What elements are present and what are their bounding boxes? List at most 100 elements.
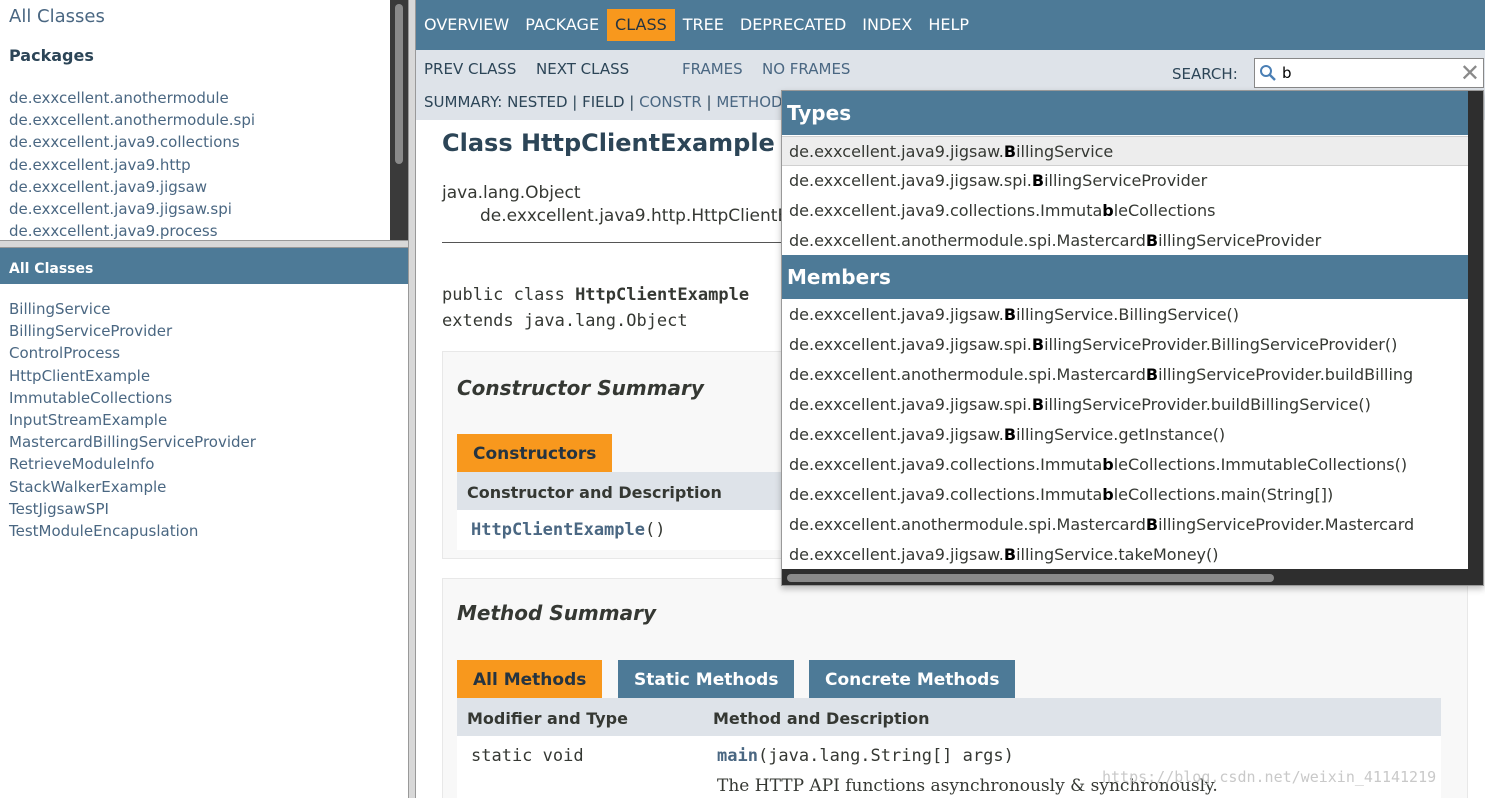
frame-divider-vertical[interactable] — [408, 0, 416, 798]
method-header-label: Method and Description — [713, 709, 930, 728]
result-text: leCollections.ImmutableCollections() — [1113, 455, 1408, 474]
result-text: de.exxcellent.anothermodule.spi.Masterca… — [789, 365, 1146, 384]
packages-heading: Packages — [9, 46, 94, 65]
watermark-text: https://blog.csdn.net/weixin_41141219 — [1102, 768, 1437, 786]
members-category-heading: Members — [782, 255, 1468, 299]
nav-deprecated[interactable]: DEPRECATED — [732, 9, 854, 41]
nav-class[interactable]: CLASS — [607, 9, 675, 41]
package-link[interactable]: de.exxcellent.java9.jigsaw — [9, 176, 255, 198]
search-result-type[interactable]: de.exxcellent.anothermodule.spi.Masterca… — [782, 226, 1468, 256]
result-match: B — [1003, 425, 1017, 444]
class-signature: public class HttpClientExample extends j… — [442, 282, 749, 334]
tab-all-methods[interactable]: All Methods — [457, 660, 603, 698]
search-result-member[interactable]: de.exxcellent.java9.jigsaw.spi.BillingSe… — [782, 330, 1468, 360]
search-result-member[interactable]: de.exxcellent.java9.collections.Immutabl… — [782, 450, 1468, 480]
prev-class-link[interactable]: PREV CLASS — [424, 60, 516, 78]
packages-scrollbar-thumb[interactable] — [395, 4, 403, 164]
result-text: de.exxcellent.anothermodule.spi.Masterca… — [789, 515, 1146, 534]
search-result-type[interactable]: de.exxcellent.java9.jigsaw.spi.BillingSe… — [782, 166, 1468, 196]
nav-overview[interactable]: OVERVIEW — [416, 9, 517, 41]
signature-prefix: public class — [442, 285, 576, 305]
search-label: SEARCH: — [1172, 65, 1238, 83]
class-link[interactable]: TestModuleEncapuslation — [9, 520, 256, 542]
inheritance-parent: java.lang.Object — [442, 183, 581, 203]
class-link[interactable]: InputStreamExample — [9, 409, 256, 431]
search-result-member[interactable]: de.exxcellent.anothermodule.spi.Masterca… — [782, 510, 1468, 540]
result-match: B — [1031, 171, 1045, 190]
class-link[interactable]: StackWalkerExample — [9, 476, 256, 498]
class-link[interactable]: ControlProcess — [9, 342, 256, 364]
class-link[interactable]: MastercardBillingServiceProvider — [9, 431, 256, 453]
constructor-link[interactable]: HttpClientExample — [471, 520, 645, 540]
frames-link[interactable]: FRAMES — [682, 60, 743, 78]
tab-static-methods[interactable]: Static Methods — [618, 660, 795, 698]
search-result-member[interactable]: de.exxcellent.java9.collections.Immutabl… — [782, 480, 1468, 510]
nav-package[interactable]: PACKAGE — [517, 9, 607, 41]
result-text: leCollections — [1113, 201, 1216, 220]
package-link[interactable]: de.exxcellent.java9.http — [9, 154, 255, 176]
page-title: Class HttpClientExample — [442, 129, 775, 157]
packages-frame: All Classes Packages de.exxcellent.anoth… — [0, 0, 408, 240]
summary-prefix: SUMMARY: NESTED | FIELD | — [424, 93, 640, 111]
top-navbar: OVERVIEW PACKAGE CLASS TREE DEPRECATED I… — [416, 0, 1485, 50]
summary-separator: | — [701, 93, 717, 111]
modifier-cell: static void — [471, 746, 584, 766]
result-text: de.exxcellent.java9.collections.Immuta — [789, 201, 1103, 220]
constructor-parens: () — [645, 520, 666, 540]
no-frames-link[interactable]: NO FRAMES — [762, 60, 850, 78]
result-text: de.exxcellent.anothermodule.spi.Masterca… — [789, 231, 1146, 250]
signature-extends: extends java.lang.Object — [442, 311, 688, 331]
method-link[interactable]: main — [717, 746, 758, 766]
search-result-member[interactable]: de.exxcellent.java9.jigsaw.BillingServic… — [782, 300, 1468, 330]
search-input[interactable] — [1282, 62, 1452, 84]
frame-divider-horizontal[interactable] — [0, 240, 413, 248]
constructor-cell: HttpClientExample() — [471, 520, 665, 540]
result-text: de.exxcellent.java9.collections.Immuta — [789, 455, 1103, 474]
method-table-header: Modifier and Type Method and Description — [457, 698, 1441, 736]
search-result-member[interactable]: de.exxcellent.java9.jigsaw.BillingServic… — [782, 540, 1468, 570]
package-link[interactable]: de.exxcellent.java9.process — [9, 220, 255, 240]
result-match: b — [1102, 455, 1114, 474]
result-match: B — [1145, 231, 1159, 250]
search-result-type[interactable]: de.exxcellent.java9.collections.Immutabl… — [782, 196, 1468, 226]
package-link[interactable]: de.exxcellent.anothermodule — [9, 87, 255, 109]
class-link[interactable]: BillingServiceProvider — [9, 320, 256, 342]
result-text: illingService.BillingService() — [1016, 305, 1240, 324]
package-link[interactable]: de.exxcellent.java9.collections — [9, 131, 255, 153]
all-classes-link[interactable]: All Classes — [9, 6, 105, 27]
method-summary-title: Method Summary — [457, 601, 657, 625]
tab-concrete-methods[interactable]: Concrete Methods — [809, 660, 1016, 698]
popup-vertical-scrollbar[interactable] — [1468, 91, 1483, 585]
class-link[interactable]: RetrieveModuleInfo — [9, 453, 256, 475]
nav-index[interactable]: INDEX — [854, 9, 920, 41]
result-match: B — [1145, 515, 1159, 534]
result-text: illingServiceProvider.BillingServiceProv… — [1044, 335, 1398, 354]
nav-help[interactable]: HELP — [920, 9, 977, 41]
package-link[interactable]: de.exxcellent.anothermodule.spi — [9, 109, 255, 131]
search-result-member[interactable]: de.exxcellent.java9.jigsaw.spi.BillingSe… — [782, 390, 1468, 420]
class-link[interactable]: ImmutableCollections — [9, 387, 256, 409]
search-result-member[interactable]: de.exxcellent.java9.jigsaw.BillingServic… — [782, 420, 1468, 450]
next-class-link[interactable]: NEXT CLASS — [536, 60, 629, 78]
class-link[interactable]: HttpClientExample — [9, 365, 256, 387]
nav-tree[interactable]: TREE — [675, 9, 732, 41]
tab-constructors[interactable]: Constructors — [457, 434, 613, 472]
method-summary: Method Summary All Methods Static Method… — [442, 578, 1468, 798]
search-box[interactable]: ✕ — [1254, 58, 1484, 88]
constructor-header-label: Constructor and Description — [467, 483, 722, 502]
result-text: leCollections.main(String[]) — [1113, 485, 1334, 504]
search-icon — [1260, 65, 1276, 81]
search-result-member[interactable]: de.exxcellent.anothermodule.spi.Masterca… — [782, 360, 1468, 390]
clear-search-icon[interactable]: ✕ — [1460, 60, 1480, 86]
result-text: de.exxcellent.java9.jigsaw. — [789, 545, 1004, 564]
class-link[interactable]: BillingService — [9, 298, 256, 320]
summary-constr-link[interactable]: CONSTR — [639, 93, 702, 111]
search-result-type[interactable]: de.exxcellent.java9.jigsaw.BillingServic… — [782, 136, 1468, 166]
package-link[interactable]: de.exxcellent.java9.jigsaw.spi — [9, 198, 255, 220]
summary-method-link[interactable]: METHOD — [716, 93, 782, 111]
class-link[interactable]: TestJigsawSPI — [9, 498, 256, 520]
result-text: de.exxcellent.java9.collections.Immuta — [789, 485, 1103, 504]
result-match: B — [1031, 395, 1045, 414]
popup-horizontal-scrollbar-thumb[interactable] — [787, 574, 1274, 582]
classes-frame: All Classes BillingService BillingServic… — [0, 248, 408, 798]
